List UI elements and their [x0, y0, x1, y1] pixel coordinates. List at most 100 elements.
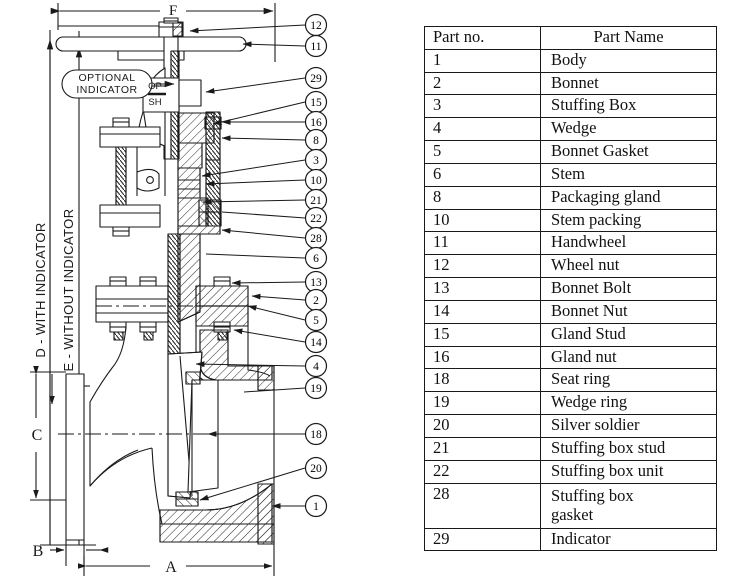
- part-name-cell: Gland Stud: [540, 322, 717, 347]
- column-header-part-name: Part Name: [540, 26, 717, 50]
- callout-29: 29: [304, 66, 328, 90]
- table-row: 20 Silver soldier: [423, 414, 717, 438]
- part-name-cell: Indicator: [540, 527, 717, 552]
- valve-state-shut-label: SH: [148, 97, 161, 108]
- callout-28: 28: [304, 226, 328, 250]
- callout-19: 19: [304, 376, 328, 400]
- part-no-cell: 5: [423, 140, 542, 164]
- callout-4: 4: [304, 354, 328, 378]
- callout-label: 13: [310, 277, 322, 289]
- table-header-row: Part no. Part Name: [423, 26, 717, 50]
- parts-list-table: Part no. Part Name 1 Body 2 Bonnet 3 Stuffing…: [423, 26, 717, 552]
- valve-state-open-label: OP: [148, 81, 162, 92]
- part-no-cell: 1: [423, 48, 542, 73]
- dimension-label-D: D - WITH INDICATOR: [33, 222, 48, 357]
- part-name-cell: Gland nut: [540, 345, 717, 370]
- part-name-cell: Wedge ring: [540, 391, 717, 416]
- part-no-cell: 19: [423, 391, 542, 416]
- stem-lower: [167, 233, 181, 355]
- table-row: 12 Wheel nut: [423, 254, 717, 279]
- callout-6: 6: [304, 246, 328, 270]
- callout-20: 20: [304, 456, 328, 480]
- callout-label: 6: [313, 253, 319, 265]
- dimension-label-B: B: [33, 543, 44, 560]
- callout-12: 12: [304, 13, 328, 37]
- callout-label: 10: [310, 175, 322, 187]
- table-row: 1 Body: [423, 48, 717, 73]
- part-no-cell: 21: [423, 436, 542, 461]
- table-row: 16 Gland nut: [423, 345, 717, 370]
- dimension-label-F: F: [169, 3, 177, 19]
- part-name-cell: Bonnet Bolt: [540, 277, 717, 301]
- table-row: 18 Seat ring: [423, 368, 717, 393]
- part-name-cell: Stuffing box unit: [540, 459, 717, 484]
- callout-label: 1: [313, 501, 319, 513]
- table-row: 4 Wedge: [423, 117, 717, 142]
- part-name-cell: Seat ring: [540, 368, 717, 393]
- table-row: 28 Stuffing box gasket: [423, 482, 717, 529]
- part-name-cell: Stuffing Box: [540, 94, 717, 119]
- optional-indicator-label-line1: OPTIONAL: [78, 72, 135, 84]
- table-row: 15 Gland Stud: [423, 322, 717, 347]
- part-name-cell: Handwheel: [540, 231, 717, 256]
- part-name-cell: Bonnet: [540, 71, 717, 96]
- part-name-cell: Silver soldier: [540, 414, 717, 438]
- callout-label: 16: [310, 117, 322, 129]
- callout-15: 15: [304, 90, 328, 114]
- callout-22: 22: [304, 206, 328, 230]
- callout-label: 12: [310, 20, 322, 32]
- callout-label: 5: [313, 315, 319, 327]
- callout-3: 3: [304, 148, 328, 172]
- table-row: 6 Stem: [423, 162, 717, 187]
- part-name-cell: Packaging gland: [540, 185, 717, 210]
- part-name-cell: Wheel nut: [540, 254, 717, 279]
- part-name-cell: Stem packing: [540, 208, 717, 233]
- dimension-label-A: A: [165, 559, 177, 576]
- callout-5: 5: [304, 308, 328, 332]
- valve-assembly-figure: 12 11 29 15 16 8 3 10 21 22 28 6 13 2 5 14 4 19 18 20 1 F D …: [0, 0, 750, 578]
- wheel-nut: [158, 21, 184, 38]
- part-no-cell: 11: [423, 231, 542, 256]
- part-no-cell: 16: [423, 345, 542, 370]
- callout-10: 10: [304, 168, 328, 192]
- callout-18: 18: [304, 422, 328, 446]
- part-no-cell: 13: [423, 277, 542, 301]
- part-name-cell: Stem: [540, 162, 717, 187]
- part-no-cell: 14: [423, 299, 542, 324]
- callout-label: 29: [310, 73, 322, 85]
- dimension-label-C: C: [32, 427, 43, 444]
- part-no-cell: 10: [423, 208, 542, 233]
- callout-14: 14: [304, 330, 328, 354]
- callout-8: 8: [304, 128, 328, 152]
- callout-label: 11: [310, 41, 321, 53]
- callout-label: 21: [310, 195, 322, 207]
- table-row: 19 Wedge ring: [423, 391, 717, 416]
- callout-label: 4: [313, 361, 319, 373]
- part-no-cell: 22: [423, 459, 542, 484]
- part-no-cell: 20: [423, 414, 542, 438]
- table-row: 22 Stuffing box unit: [423, 459, 717, 484]
- table-row: 10 Stem packing: [423, 208, 717, 233]
- callout-label: 18: [310, 429, 322, 441]
- part-name-line: Stuffing box: [551, 485, 634, 505]
- callout-label: 2: [313, 295, 319, 307]
- handwheel: [55, 36, 247, 61]
- table-row: 29 Indicator: [423, 527, 717, 552]
- part-no-cell: 6: [423, 162, 542, 187]
- dimension-label-E: E - WITHOUT INDICATOR: [61, 209, 76, 372]
- part-name-cell: Wedge: [540, 117, 717, 142]
- callout-label: 15: [310, 97, 322, 109]
- part-no-cell: 12: [423, 254, 542, 279]
- callout-label: 22: [310, 213, 322, 225]
- table-row: 13 Bonnet Bolt: [423, 277, 717, 301]
- part-no-cell: 29: [423, 527, 542, 552]
- part-no-cell: 3: [423, 94, 542, 119]
- part-name-cell: Bonnet Nut: [540, 299, 717, 324]
- table-row: 21 Stuffing box stud: [423, 436, 717, 461]
- table-row: 14 Bonnet Nut: [423, 299, 717, 324]
- table-row: 8 Packaging gland: [423, 185, 717, 210]
- optional-indicator-label-line2: INDICATOR: [76, 84, 137, 96]
- table-row: 2 Bonnet: [423, 71, 717, 96]
- part-no-cell: 28: [423, 482, 542, 529]
- callout-label: 8: [313, 135, 319, 147]
